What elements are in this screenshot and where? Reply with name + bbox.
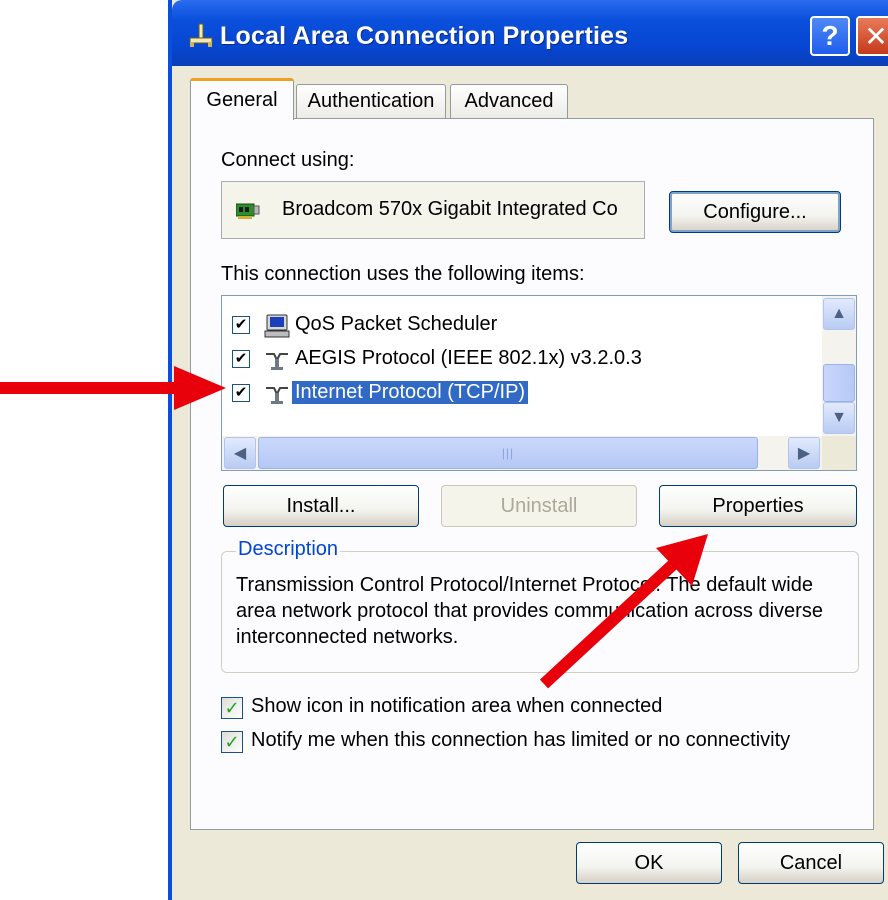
adapter-name: Broadcom 570x Gigabit Integrated Co: [282, 198, 618, 220]
configure-button[interactable]: Configure...: [669, 191, 841, 233]
scrollbar-corner: [822, 436, 856, 470]
chevron-left-icon: ◀: [233, 445, 247, 462]
scheduler-icon: [264, 314, 290, 338]
description-group: Description Transmission Control Protoco…: [221, 538, 859, 673]
description-text: Transmission Control Protocol/Internet P…: [236, 574, 823, 648]
item-label: Internet Protocol (TCP/IP): [290, 380, 530, 405]
chevron-up-icon: ▲: [831, 305, 847, 322]
item-checkbox[interactable]: ✔: [232, 350, 250, 368]
list-item[interactable]: ✔ AEGIS Protocol (IEEE 802.1x) v3.2.0.3: [222, 342, 822, 376]
chevron-down-icon: ▼: [831, 409, 847, 426]
network-adapter-icon: [236, 203, 260, 219]
title-bar[interactable]: Local Area Connection Properties ? ✕: [172, 0, 888, 66]
tab-advanced[interactable]: Advanced: [450, 84, 568, 118]
show-icon-label[interactable]: Show icon in notification area when conn…: [251, 695, 662, 718]
scroll-left-button[interactable]: ◀: [224, 437, 256, 469]
item-checkbox[interactable]: ✔: [232, 384, 250, 402]
close-button[interactable]: ✕: [856, 16, 888, 56]
description-title: Description: [236, 538, 341, 561]
list-item[interactable]: ✔ Internet Protocol (TCP/IP): [222, 376, 822, 410]
grip-icon: |||: [501, 446, 515, 460]
network-protocol-icon: [266, 353, 288, 370]
adapter-box: Broadcom 570x Gigabit Integrated Co: [221, 181, 645, 239]
scroll-right-button[interactable]: ▶: [788, 437, 820, 469]
items-label: This connection uses the following items…: [221, 263, 585, 285]
notify-checkbox[interactable]: ✓: [221, 731, 243, 753]
window-title: Local Area Connection Properties: [220, 22, 629, 50]
vertical-scroll-thumb[interactable]: [823, 364, 855, 402]
connect-using-label: Connect using:: [221, 149, 355, 171]
network-connection-icon: [189, 23, 213, 47]
vertical-scrollbar[interactable]: ▲ ▼: [822, 296, 856, 436]
properties-button[interactable]: Properties: [659, 485, 857, 527]
horizontal-scroll-thumb[interactable]: |||: [258, 437, 758, 469]
chevron-right-icon: ▶: [797, 445, 811, 462]
tab-general[interactable]: General: [190, 78, 294, 120]
item-checkbox[interactable]: ✔: [232, 316, 250, 334]
horizontal-scrollbar[interactable]: ◀ ||| ▶: [222, 436, 822, 470]
ok-button[interactable]: OK: [576, 842, 722, 884]
components-list[interactable]: ✔ QoS Packet Scheduler ✔ AEGIS Protocol …: [221, 295, 857, 471]
tab-authentication[interactable]: Authentication: [296, 84, 446, 118]
install-button[interactable]: Install...: [223, 485, 419, 527]
network-protocol-icon: [266, 387, 288, 404]
cancel-button[interactable]: Cancel: [738, 842, 884, 884]
item-label: AEGIS Protocol (IEEE 802.1x) v3.2.0.3: [295, 347, 642, 369]
properties-dialog: Local Area Connection Properties ? ✕ Gen…: [168, 0, 888, 900]
uninstall-button[interactable]: Uninstall: [441, 485, 637, 527]
show-icon-checkbox[interactable]: ✓: [221, 697, 243, 719]
list-item[interactable]: ✔ QoS Packet Scheduler: [222, 308, 822, 342]
notify-label[interactable]: Notify me when this connection has limit…: [251, 729, 790, 752]
scroll-down-button[interactable]: ▼: [823, 402, 855, 434]
help-button[interactable]: ?: [810, 16, 850, 56]
scroll-up-button[interactable]: ▲: [823, 298, 855, 330]
item-label: QoS Packet Scheduler: [295, 313, 498, 335]
general-tab-panel: Connect using: Broadcom 570x Gigabit Int…: [190, 118, 874, 830]
